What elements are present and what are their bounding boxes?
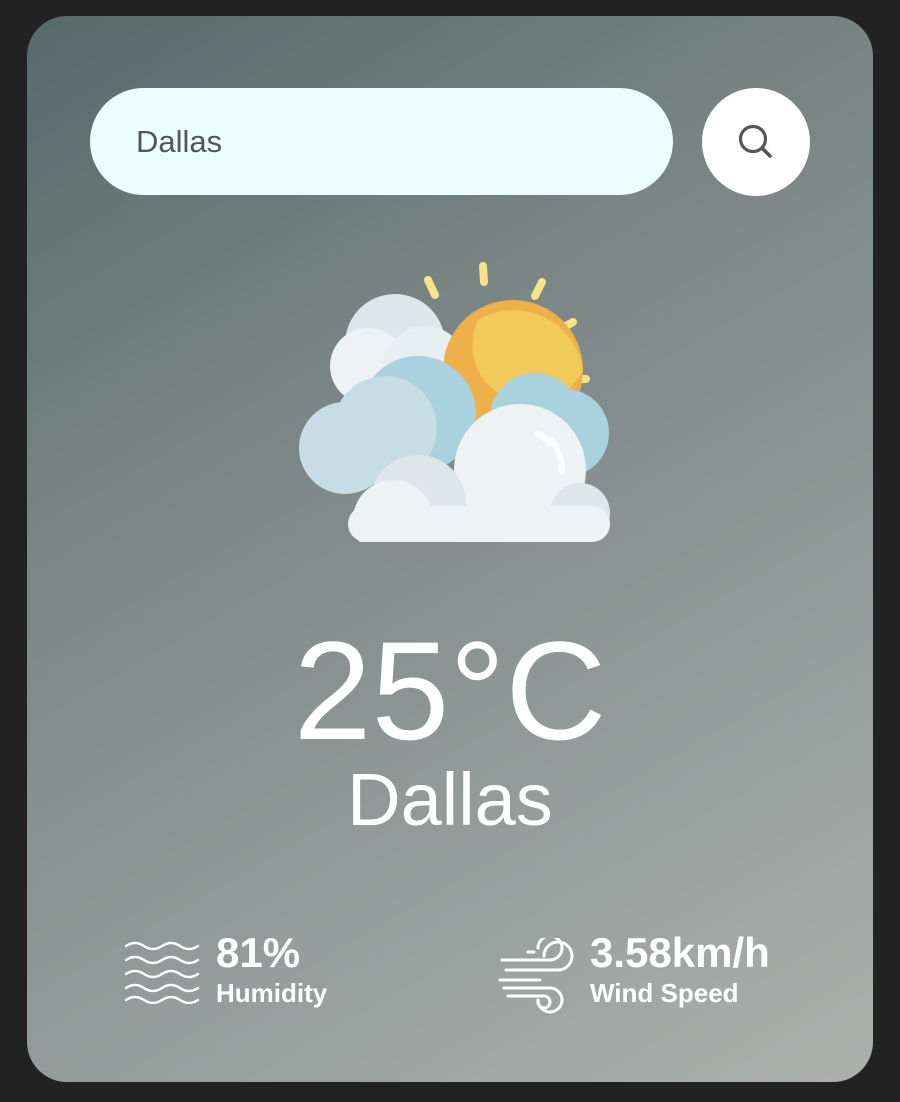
wind-icon xyxy=(498,934,574,1019)
wind-value: 3.58km/h xyxy=(590,929,770,976)
search-input[interactable] xyxy=(90,88,673,195)
temperature: 25°C xyxy=(293,612,607,769)
weather-card: 25°C Dallas 81% Humidity xyxy=(27,16,873,1082)
humidity-stat: 81% Humidity xyxy=(124,928,384,1008)
search-icon xyxy=(702,122,810,162)
wind-stat: 3.58km/h Wind Speed xyxy=(498,928,818,1014)
search-button[interactable] xyxy=(702,88,810,196)
humidity-label: Humidity xyxy=(216,978,328,1008)
humidity-waves-icon xyxy=(124,938,200,1009)
city-name: Dallas xyxy=(347,758,553,841)
wind-label: Wind Speed xyxy=(590,978,739,1008)
partly-cloudy-icon xyxy=(299,262,610,542)
humidity-value: 81% xyxy=(216,929,301,976)
